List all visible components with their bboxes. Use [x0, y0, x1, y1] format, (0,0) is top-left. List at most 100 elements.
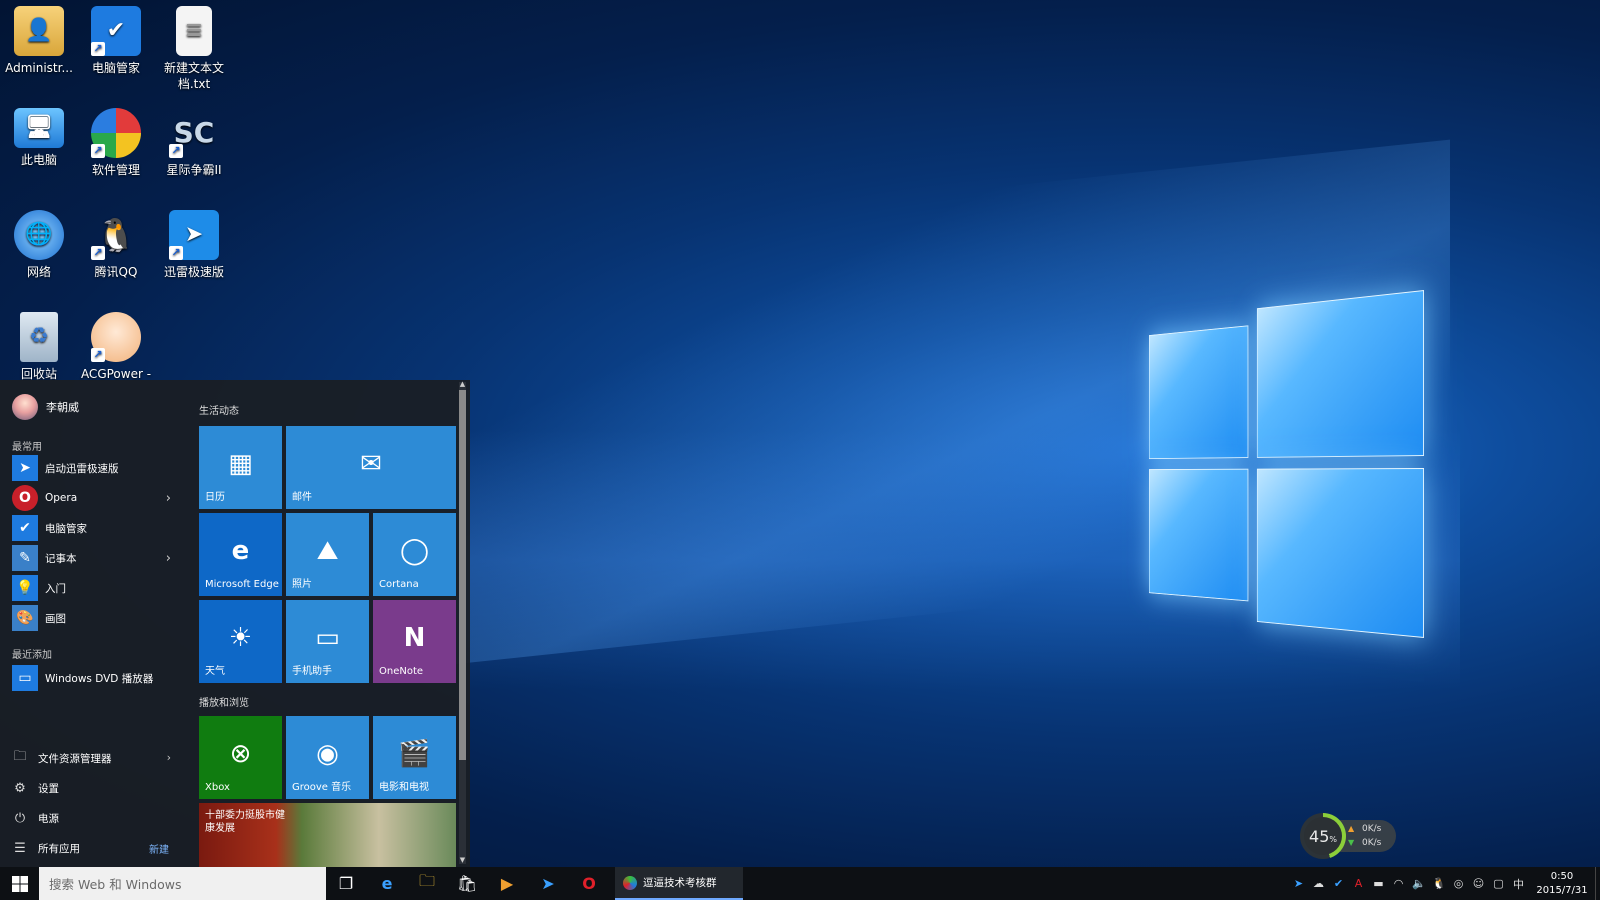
- taskbar-thunder-button[interactable]: ➤: [528, 867, 568, 900]
- desktop-icon-pc-manager[interactable]: ✔ ↗ 电脑管家: [77, 6, 155, 76]
- shield-icon: ✔: [12, 515, 38, 541]
- most-used-heading: 最常用: [12, 442, 42, 453]
- start-menu-scrollbar[interactable]: ▲ ▼: [459, 380, 466, 864]
- taskbar-clock[interactable]: 0:50 2015/7/31: [1533, 870, 1591, 898]
- tile-groove-music[interactable]: ◉ Groove 音乐: [286, 716, 369, 799]
- network-speed-widget[interactable]: ▲ 0K/s ▼ 0K/s 45%: [1300, 813, 1400, 859]
- group-label-play[interactable]: 播放和浏览: [199, 694, 249, 709]
- thunder-tray-icon[interactable]: ➤: [1292, 877, 1305, 890]
- tile-onenote[interactable]: N OneNote: [373, 600, 456, 683]
- action-center-icon[interactable]: ▢: [1492, 877, 1505, 890]
- taskbar-opera-button[interactable]: O: [569, 867, 609, 900]
- tile-label: 电影和电视: [379, 782, 429, 793]
- search-input[interactable]: 搜索 Web 和 Windows: [39, 867, 326, 900]
- all-apps-button[interactable]: ☰ 所有应用 新建: [12, 835, 177, 861]
- desktop-icon-starcraft[interactable]: SC ↗ 星际争霸II: [155, 108, 233, 178]
- taskbar-active-window[interactable]: 逗逼技术考核群: [615, 867, 743, 900]
- taskbar-file-explorer-button[interactable]: 🗀: [407, 867, 447, 900]
- desktop-icon-label: 网络: [26, 265, 51, 279]
- chevron-right-icon[interactable]: ›: [166, 491, 171, 506]
- start-item-paint[interactable]: 🎨 画图: [12, 604, 177, 632]
- avatar: [12, 394, 38, 420]
- paint-icon: 🎨: [12, 605, 38, 631]
- qq-tray-icon[interactable]: 🐧: [1432, 877, 1446, 890]
- adobe-icon[interactable]: A: [1352, 877, 1365, 890]
- shield-icon[interactable]: ✔: [1332, 877, 1345, 890]
- desktop-icon-recycle-bin[interactable]: ♻ 回收站: [0, 312, 78, 382]
- taskbar-store-button[interactable]: 🛍: [447, 867, 487, 900]
- tile-news[interactable]: 十部委力挺股市健康发展: [199, 803, 456, 867]
- user-name: 李朝威: [46, 401, 79, 414]
- show-desktop-button[interactable]: [1595, 867, 1600, 900]
- start-item-pc-manager[interactable]: ✔ 电脑管家: [12, 514, 177, 542]
- scroll-down-icon[interactable]: ▼: [459, 856, 466, 864]
- text-file-icon: ≡: [176, 6, 212, 56]
- taskbar-media-player-button[interactable]: ▶: [487, 867, 527, 900]
- power-button[interactable]: ⏻ 电源: [12, 805, 177, 831]
- tile-calendar[interactable]: ▦ 日历: [199, 426, 282, 509]
- desktop-icon-thunder[interactable]: ➤ ↗ 迅雷极速版: [155, 210, 233, 280]
- tile-movies-tv[interactable]: 🎬 电影和电视: [373, 716, 456, 799]
- qq-penguin-icon: 🐧 ↗: [91, 210, 141, 260]
- chevron-right-icon[interactable]: ›: [167, 752, 171, 764]
- tile-weather[interactable]: ☀ 天气: [199, 600, 282, 683]
- usage-percent-unit: %: [1329, 834, 1337, 844]
- clock-time: 0:50: [1550, 871, 1574, 882]
- tile-xbox[interactable]: ⊗ Xbox: [199, 716, 282, 799]
- desktop-icon-network[interactable]: 🌐 网络: [0, 210, 78, 280]
- start-item-opera[interactable]: O Opera ›: [12, 484, 177, 512]
- recently-added-heading: 最近添加: [12, 650, 52, 661]
- start-item-label: 记事本: [45, 552, 77, 565]
- desktop-icon-administrator[interactable]: 👤 Administr...: [0, 6, 78, 76]
- scroll-thumb[interactable]: [459, 390, 466, 760]
- start-button[interactable]: [0, 867, 39, 900]
- tile-cortana[interactable]: ◯ Cortana: [373, 513, 456, 596]
- desktop-icon-label: 新建文本文档.txt: [163, 61, 224, 91]
- onenote-icon: N: [403, 623, 426, 653]
- tile-label: OneNote: [379, 666, 424, 677]
- person-tray-icon[interactable]: ☺: [1472, 877, 1485, 890]
- system-tray: ➤ ☁ ✔ A ▬ ◠ 🔈 🐧 ◎ ☺ ▢ 中: [1292, 867, 1525, 900]
- dvd-icon: ▭: [12, 665, 38, 691]
- start-item-get-started[interactable]: 💡 入门: [12, 574, 177, 602]
- task-view-icon: ❐: [338, 874, 354, 893]
- edge-icon: e: [231, 536, 250, 566]
- file-explorer-button[interactable]: 🗀 文件资源管理器 ›: [12, 745, 177, 771]
- settings-button[interactable]: ⚙ 设置: [12, 775, 177, 801]
- cloud-icon[interactable]: ☁: [1312, 877, 1325, 890]
- desktop-icon-software-manager[interactable]: ↗ 软件管理: [77, 108, 155, 178]
- chevron-right-icon[interactable]: ›: [166, 551, 171, 566]
- tile-photos[interactable]: ⛰ 照片: [286, 513, 369, 596]
- volume-icon[interactable]: 🔈: [1412, 877, 1426, 890]
- tile-phone-companion[interactable]: ▭ 手机助手: [286, 600, 369, 683]
- user-folder-icon: 👤: [14, 6, 64, 56]
- folder-icon: 🗀: [418, 871, 435, 890]
- start-item-thunder[interactable]: ➤ 启动迅雷极速版: [12, 454, 177, 482]
- task-view-button[interactable]: ❐: [326, 867, 366, 900]
- file-explorer-label: 文件资源管理器: [38, 752, 112, 765]
- desktop-icon-qq[interactable]: 🐧 ↗ 腾讯QQ: [77, 210, 155, 280]
- start-item-label: Windows DVD 播放器: [45, 672, 154, 685]
- group-label-life[interactable]: 生活动态: [199, 402, 239, 417]
- usage-percent: 45: [1309, 826, 1330, 846]
- ime-indicator[interactable]: 中: [1512, 876, 1525, 892]
- start-menu-user[interactable]: 李朝威: [12, 394, 79, 420]
- tile-mail[interactable]: ✉ 邮件: [286, 426, 456, 509]
- desktop-icon-acgpower[interactable]: ↗ ACGPower -: [77, 312, 155, 382]
- tile-edge[interactable]: e Microsoft Edge: [199, 513, 282, 596]
- recycle-bin-icon: ♻: [20, 312, 58, 362]
- desktop-icon-this-pc[interactable]: 🖥 此电脑: [0, 108, 78, 168]
- start-item-notepad[interactable]: ✎ 记事本 ›: [12, 544, 177, 572]
- desktop-icon-label: 电脑管家: [91, 61, 140, 75]
- tile-label: 手机助手: [292, 666, 332, 677]
- taskbar-edge-button[interactable]: e: [367, 867, 407, 900]
- battery-icon[interactable]: ▬: [1372, 877, 1385, 890]
- wifi-icon[interactable]: ◠: [1392, 877, 1405, 890]
- desktop-icon-text-file[interactable]: ≡ 新建文本文档.txt: [155, 6, 233, 92]
- scroll-up-icon[interactable]: ▲: [459, 380, 466, 388]
- lightbulb-icon: 💡: [12, 575, 38, 601]
- phone-companion-icon: ▭: [315, 623, 340, 653]
- tile-label: 照片: [292, 579, 312, 590]
- browser-tray-icon[interactable]: ◎: [1452, 877, 1465, 890]
- start-item-dvd-player[interactable]: ▭ Windows DVD 播放器: [12, 664, 177, 692]
